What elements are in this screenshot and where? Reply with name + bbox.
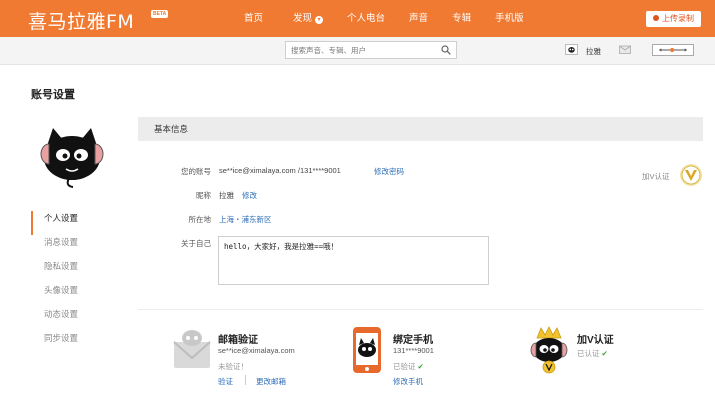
top-nav-bar: 喜马拉雅FM BETA 首页 发现 ▾ 个人电台 声音 专辑 手机版 上传录制 — [0, 0, 715, 37]
check-icon: ✔ — [417, 362, 424, 371]
about-label: 关于自己 — [181, 239, 211, 248]
account-label: 您的账号 — [181, 167, 211, 176]
v-badge-icon[interactable] — [679, 163, 703, 187]
nav-home[interactable]: 首页 — [232, 0, 275, 37]
vip-card-title: 加V认证 — [577, 335, 614, 346]
chevron-down-icon: ▾ — [315, 16, 324, 24]
email-card-title: 邮箱验证 — [218, 335, 258, 346]
account-value: se**ice@ximalaya.com /131****9001 — [219, 166, 341, 175]
page-title: 账号设置 — [31, 89, 75, 101]
menu-message-settings[interactable]: 消息设置 — [31, 235, 121, 259]
menu-activity-settings[interactable]: 动态设置 — [31, 307, 121, 331]
nav-albums[interactable]: 专辑 — [440, 0, 483, 37]
profile-avatar[interactable] — [33, 122, 111, 188]
email-envelope-icon — [173, 330, 211, 368]
search-box — [285, 41, 457, 59]
nickname-value: 拉雅 — [219, 191, 234, 200]
nav-mobile[interactable]: 手机版 — [483, 0, 536, 37]
phone-card-title: 绑定手机 — [393, 335, 433, 346]
user-name[interactable]: 拉雅 — [586, 46, 601, 57]
section-header: 基本信息 — [138, 117, 703, 141]
search-input[interactable] — [286, 42, 431, 58]
beta-badge: BETA — [151, 10, 169, 18]
edit-nickname-link[interactable]: 修改 — [242, 190, 257, 201]
email-card-value: se**ice@ximalaya.com — [218, 346, 295, 355]
search-icon[interactable] — [441, 45, 451, 55]
nav-personal-radio[interactable]: 个人电台 — [335, 0, 397, 37]
verify-email-link[interactable]: 验证 — [218, 376, 233, 387]
menu-sync-settings[interactable]: 同步设置 — [31, 331, 121, 355]
about-textarea[interactable]: hello，大家好，我是拉雅==哦！ — [218, 236, 489, 285]
menu-avatar-settings[interactable]: 头像设置 — [31, 283, 121, 307]
record-icon — [653, 15, 659, 21]
upload-record-button[interactable]: 上传录制 — [646, 11, 701, 27]
user-avatar[interactable] — [565, 44, 578, 55]
change-email-link[interactable]: 更改邮箱 — [256, 376, 286, 387]
nickname-label: 昵称 — [196, 191, 211, 200]
location-value[interactable]: 上海・浦东新区 — [219, 214, 272, 225]
email-card-status: 未验证！ — [218, 362, 248, 371]
phone-icon — [353, 327, 381, 373]
upload-label: 上传录制 — [662, 14, 694, 23]
mail-icon[interactable] — [619, 44, 631, 54]
crowned-cat-icon — [530, 326, 568, 374]
change-password-link[interactable]: 修改密码 — [374, 166, 404, 177]
nav-discover[interactable]: 发现 ▾ — [281, 0, 335, 37]
menu-privacy-settings[interactable]: 隐私设置 — [31, 259, 121, 283]
change-phone-link[interactable]: 修改手机 — [393, 376, 423, 387]
section-title: 基本信息 — [154, 124, 189, 134]
menu-personal-settings[interactable]: 个人设置 — [31, 211, 121, 235]
nav-discover-label: 发现 — [293, 13, 313, 24]
vip-status-text: 已认证 — [577, 349, 600, 358]
vip-card-status: 已认证 ✔ — [577, 348, 608, 359]
link-separator — [245, 375, 246, 385]
check-icon: ✔ — [601, 349, 608, 358]
nav-sounds[interactable]: 声音 — [397, 0, 440, 37]
section-divider — [138, 309, 703, 310]
v-cert-label: 加V认证 — [642, 172, 670, 181]
main-nav: 首页 发现 ▾ 个人电台 声音 专辑 手机版 — [232, 0, 536, 37]
phone-card-value: 131****9001 — [393, 346, 434, 355]
location-label: 所在地 — [188, 215, 212, 224]
settings-slider-icon[interactable] — [652, 44, 694, 56]
phone-card-status: 已验证 ✔ — [393, 361, 424, 372]
site-logo[interactable]: 喜马拉雅FM — [28, 7, 134, 34]
settings-menu: 个人设置 消息设置 隐私设置 头像设置 动态设置 同步设置 — [31, 211, 121, 355]
phone-status-text: 已验证 — [393, 362, 416, 371]
